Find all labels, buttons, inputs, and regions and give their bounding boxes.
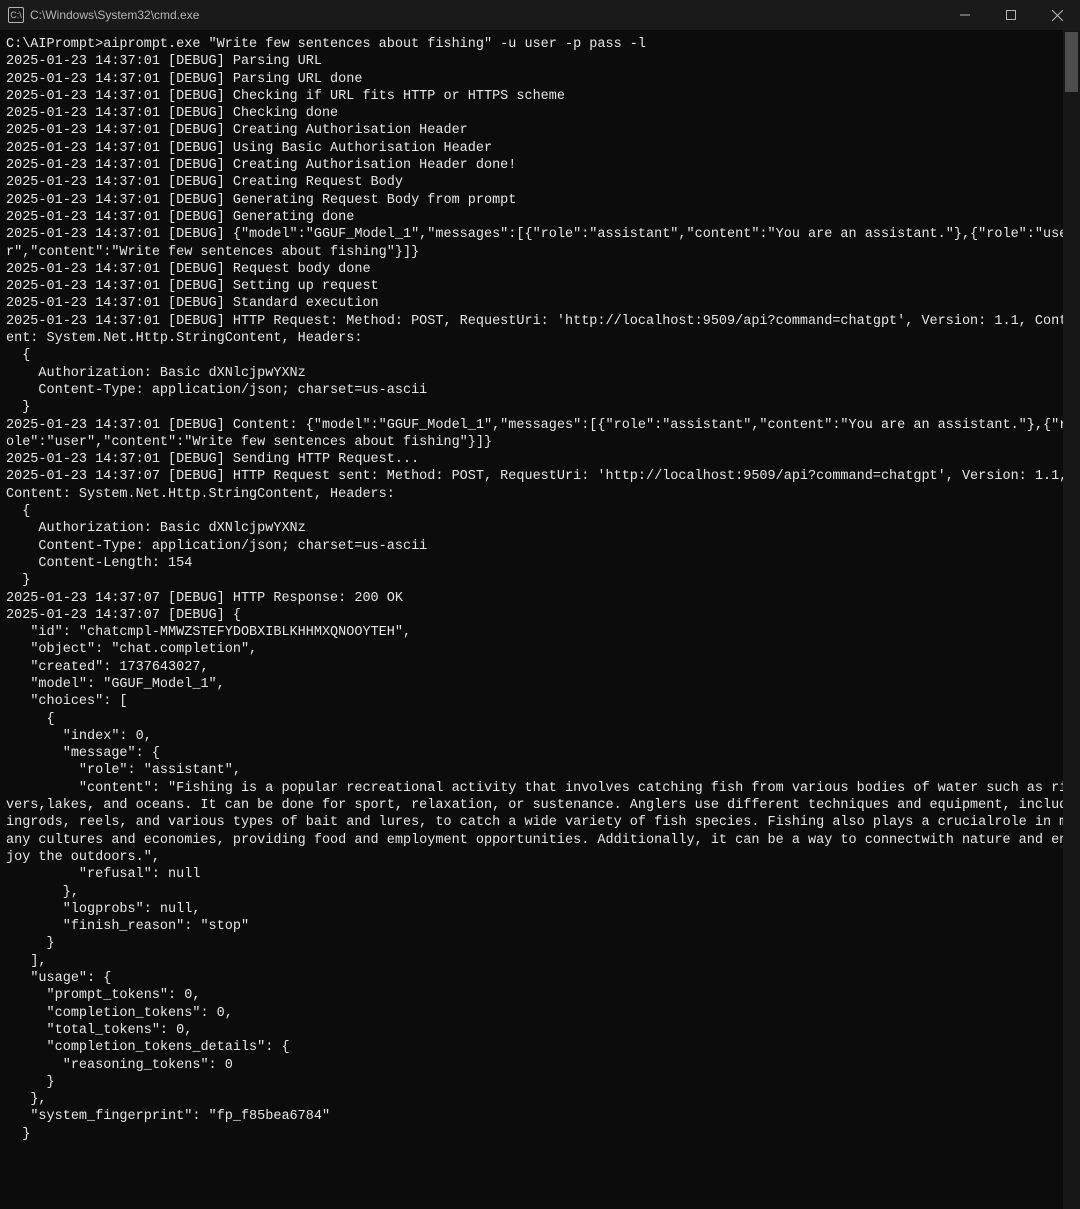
minimize-icon (960, 10, 970, 20)
scrollbar-thumb[interactable] (1065, 32, 1078, 92)
terminal-area: C:\AIPrompt>aiprompt.exe "Write few sent… (0, 30, 1080, 1209)
vertical-scrollbar[interactable] (1063, 30, 1080, 1209)
maximize-button[interactable] (988, 0, 1034, 30)
window-titlebar: C:\ C:\Windows\System32\cmd.exe (0, 0, 1080, 30)
close-icon (1052, 10, 1063, 21)
window-title: C:\Windows\System32\cmd.exe (30, 8, 942, 22)
cmd-icon: C:\ (8, 7, 24, 23)
minimize-button[interactable] (942, 0, 988, 30)
window-controls (942, 0, 1080, 30)
maximize-icon (1006, 10, 1016, 20)
close-button[interactable] (1034, 0, 1080, 30)
terminal-output[interactable]: C:\AIPrompt>aiprompt.exe "Write few sent… (0, 30, 1080, 1209)
